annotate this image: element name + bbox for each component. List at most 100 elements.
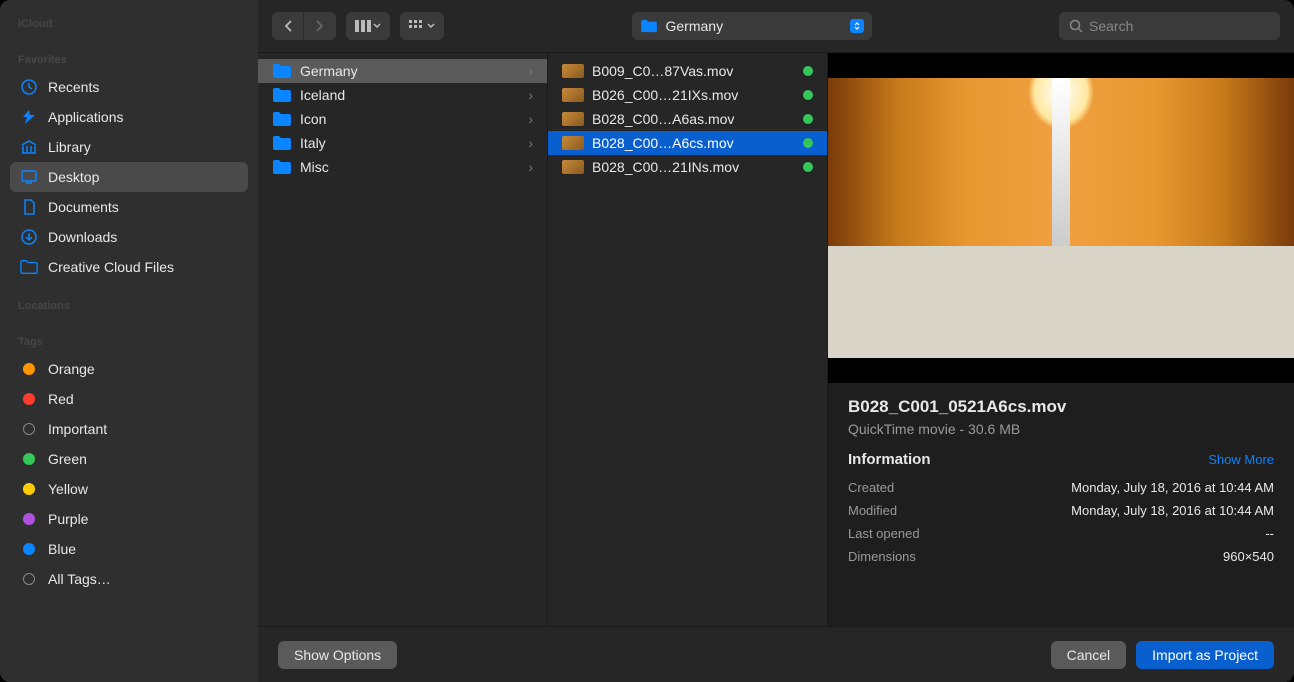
folder-icon bbox=[272, 159, 292, 175]
info-key: Dimensions bbox=[848, 549, 916, 564]
folder-name: Misc bbox=[300, 159, 520, 175]
file-browser-window: iCloudFavoritesRecentsApplicationsLibrar… bbox=[0, 0, 1294, 682]
sidebar-item-purple[interactable]: Purple bbox=[10, 504, 248, 534]
file-row[interactable]: B028_C00…A6cs.mov bbox=[548, 131, 827, 155]
tag-dot-green-icon bbox=[803, 162, 813, 172]
view-buttons bbox=[346, 12, 390, 40]
column-view-button[interactable] bbox=[346, 12, 390, 40]
folder-row[interactable]: Germany › bbox=[258, 59, 547, 83]
info-row: Modified Monday, July 18, 2016 at 10:44 A… bbox=[848, 499, 1274, 522]
columns-icon bbox=[355, 20, 371, 32]
preview-area bbox=[828, 53, 1294, 383]
chevron-right-icon: › bbox=[528, 159, 533, 175]
search-field[interactable] bbox=[1059, 12, 1280, 40]
file-row[interactable]: B009_C0…87Vas.mov bbox=[548, 59, 827, 83]
column-2: B009_C0…87Vas.mov B026_C00…21IXs.mov B02… bbox=[548, 53, 828, 626]
info-key: Last opened bbox=[848, 526, 920, 541]
file-row[interactable]: B028_C00…A6as.mov bbox=[548, 107, 827, 131]
sidebar-item-green[interactable]: Green bbox=[10, 444, 248, 474]
info-value: -- bbox=[1265, 526, 1274, 541]
main-panel: Germany Germany › Iceland › Icon › Italy… bbox=[258, 0, 1294, 682]
chevron-right-icon: › bbox=[528, 111, 533, 127]
preview-filename: B028_C001_0521A6cs.mov bbox=[848, 397, 1274, 417]
clock-icon bbox=[20, 78, 38, 96]
video-thumbnail-icon bbox=[562, 88, 584, 102]
file-row[interactable]: B028_C00…21INs.mov bbox=[548, 155, 827, 179]
show-more-link[interactable]: Show More bbox=[1208, 452, 1274, 467]
video-thumbnail-icon bbox=[562, 160, 584, 174]
folder-icon bbox=[272, 135, 292, 151]
toolbar: Germany bbox=[258, 0, 1294, 52]
sidebar-section-header: Tags bbox=[10, 332, 248, 354]
nav-buttons bbox=[272, 12, 336, 40]
sidebar-item-yellow[interactable]: Yellow bbox=[10, 474, 248, 504]
folder-row[interactable]: Icon › bbox=[258, 107, 547, 131]
library-icon bbox=[20, 138, 38, 156]
sidebar-item-all-tags-[interactable]: All Tags… bbox=[10, 564, 248, 594]
info-row: Dimensions 960×540 bbox=[848, 545, 1274, 568]
sidebar-item-label: Purple bbox=[48, 511, 88, 527]
updown-icon bbox=[850, 19, 864, 33]
tag-icon bbox=[20, 510, 38, 528]
folder-row[interactable]: Misc › bbox=[258, 155, 547, 179]
sidebar-item-label: Applications bbox=[48, 109, 124, 125]
preview-subtitle: QuickTime movie - 30.6 MB bbox=[848, 421, 1274, 437]
grid-view-button[interactable] bbox=[400, 12, 444, 40]
forward-button[interactable] bbox=[304, 12, 336, 40]
sidebar-item-creative-cloud-files[interactable]: Creative Cloud Files bbox=[10, 252, 248, 282]
info-value: 960×540 bbox=[1223, 549, 1274, 564]
column-1: Germany › Iceland › Icon › Italy › Misc … bbox=[258, 53, 548, 626]
sidebar-item-recents[interactable]: Recents bbox=[10, 72, 248, 102]
file-name: B028_C00…A6as.mov bbox=[592, 111, 795, 127]
folder-icon bbox=[272, 87, 292, 103]
sidebar-item-desktop[interactable]: Desktop bbox=[10, 162, 248, 192]
search-icon bbox=[1069, 19, 1083, 33]
path-dropdown[interactable]: Germany bbox=[632, 12, 872, 40]
preview-column: B028_C001_0521A6cs.mov QuickTime movie -… bbox=[828, 53, 1294, 626]
sidebar-item-label: Green bbox=[48, 451, 87, 467]
download-icon bbox=[20, 228, 38, 246]
sidebar-item-applications[interactable]: Applications bbox=[10, 102, 248, 132]
sidebar-item-label: Library bbox=[48, 139, 91, 155]
sidebar-item-documents[interactable]: Documents bbox=[10, 192, 248, 222]
import-button[interactable]: Import as Project bbox=[1136, 641, 1274, 669]
cancel-button[interactable]: Cancel bbox=[1051, 641, 1127, 669]
sidebar-item-red[interactable]: Red bbox=[10, 384, 248, 414]
search-input[interactable] bbox=[1089, 18, 1270, 34]
file-name: B028_C00…21INs.mov bbox=[592, 159, 795, 175]
sidebar-item-label: Yellow bbox=[48, 481, 88, 497]
sidebar-item-label: Orange bbox=[48, 361, 95, 377]
sidebar-item-label: Recents bbox=[48, 79, 99, 95]
sidebar-item-orange[interactable]: Orange bbox=[10, 354, 248, 384]
show-options-button[interactable]: Show Options bbox=[278, 641, 397, 669]
info-row: Last opened -- bbox=[848, 522, 1274, 545]
info-value: Monday, July 18, 2016 at 10:44 AM bbox=[1071, 503, 1274, 518]
tag-dot-green-icon bbox=[803, 114, 813, 124]
sidebar-item-downloads[interactable]: Downloads bbox=[10, 222, 248, 252]
info-header: Information bbox=[848, 451, 931, 468]
sidebar-item-important[interactable]: Important bbox=[10, 414, 248, 444]
folder-row[interactable]: Iceland › bbox=[258, 83, 547, 107]
sidebar-item-label: Important bbox=[48, 421, 107, 437]
desktop-icon bbox=[20, 168, 38, 186]
back-button[interactable] bbox=[272, 12, 304, 40]
sidebar-item-blue[interactable]: Blue bbox=[10, 534, 248, 564]
app-icon bbox=[20, 108, 38, 126]
file-row[interactable]: B026_C00…21IXs.mov bbox=[548, 83, 827, 107]
info-panel: B028_C001_0521A6cs.mov QuickTime movie -… bbox=[828, 383, 1294, 582]
video-thumbnail-icon bbox=[562, 64, 584, 78]
info-key: Created bbox=[848, 480, 894, 495]
sidebar-item-library[interactable]: Library bbox=[10, 132, 248, 162]
doc-icon bbox=[20, 198, 38, 216]
chevron-right-icon: › bbox=[528, 135, 533, 151]
tag-dot-green-icon bbox=[803, 90, 813, 100]
tag-outline-icon bbox=[20, 420, 38, 438]
chevron-right-icon: › bbox=[528, 63, 533, 79]
sidebar-item-label: Blue bbox=[48, 541, 76, 557]
info-key: Modified bbox=[848, 503, 897, 518]
sidebar-item-label: All Tags… bbox=[48, 571, 111, 587]
chevron-right-icon: › bbox=[528, 87, 533, 103]
folder-row[interactable]: Italy › bbox=[258, 131, 547, 155]
preview-image bbox=[828, 78, 1294, 358]
video-thumbnail-icon bbox=[562, 136, 584, 150]
